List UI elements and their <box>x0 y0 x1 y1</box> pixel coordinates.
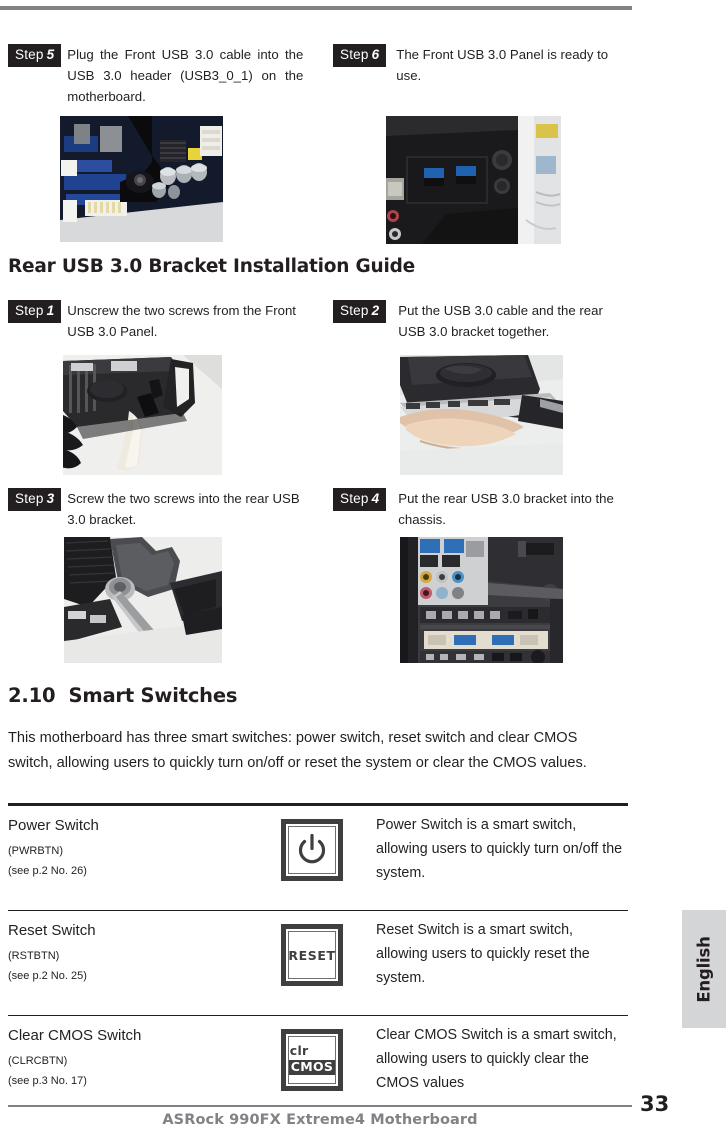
switch-code: (CLRCBTN) <box>8 1055 68 1068</box>
smart-switches-intro: This motherboard has three smart switche… <box>8 729 587 771</box>
photo-cable-bracket-together <box>400 355 563 475</box>
front-panel-photo-graphic <box>386 116 561 244</box>
step-block-6: Step 6 The Front USB 3.0 Panel is ready t… <box>333 44 623 86</box>
bracket-chassis-photo-graphic <box>400 537 563 663</box>
row-description-cell: Power Switch is a smart switch, allowing… <box>374 806 628 910</box>
power-symbol-glyph <box>298 833 326 864</box>
section-heading-smart-switches: 2.10 Smart Switches <box>8 684 237 707</box>
step-text-6: The Front USB 3.0 Panel is ready to use. <box>396 47 609 83</box>
screw-bracket-photo-graphic <box>64 537 222 663</box>
step-badge-word: Step <box>340 303 369 318</box>
switch-title: Clear CMOS Switch <box>8 1027 142 1045</box>
section-heading-rear-usb-bracket: Rear USB 3.0 Bracket Installation Guide <box>8 256 416 277</box>
power-symbol-icon <box>281 819 343 881</box>
unscrew-panel-photo-graphic <box>63 355 222 475</box>
clr-icon-top-text: clr <box>289 1043 309 1059</box>
footer-divider-rule <box>8 1105 632 1108</box>
step-text-5: Plug the Front USB 3.0 cable into the US… <box>67 47 304 104</box>
step-badge-number: 6 <box>371 47 380 62</box>
photo-bracket-into-chassis <box>400 537 563 663</box>
step-badge-word: Step <box>340 491 369 506</box>
step-text-3: Screw the two screws into the rear USB 3… <box>67 491 300 527</box>
motherboard-photo-graphic <box>60 116 223 242</box>
table-row-power-switch: Power Switch (PWRBTN) (see p.2 No. 26) P… <box>8 806 628 910</box>
step-text-4: Put the rear USB 3.0 bracket into the ch… <box>398 491 614 527</box>
manual-page: Step 5 Plug the Front USB 3.0 cable into … <box>0 0 726 1135</box>
photo-motherboard-usb3-header <box>60 116 223 242</box>
step-block-3: Step 3 Screw the two screws into the rear… <box>8 488 328 530</box>
step-badge-1: Step 1 <box>8 300 62 323</box>
step-block-1: Step 1 Unscrew the two screws from the Fr… <box>8 300 328 342</box>
step-badge-6: Step 6 <box>333 44 387 67</box>
step-text-1: Unscrew the two screws from the Front US… <box>67 303 296 339</box>
step-block-5: Step 5 Plug the Front USB 3.0 cable into … <box>8 44 308 107</box>
row-description-cell: Reset Switch is a smart switch, allowing… <box>374 911 628 1015</box>
cable-bracket-photo-graphic <box>400 355 563 475</box>
switch-code: (RSTBTN) <box>8 950 60 963</box>
clr-cmos-icon-text: clr CMOS <box>287 1043 337 1076</box>
step-block-4: Step 4 Put the rear USB 3.0 bracket into … <box>333 488 623 530</box>
step-badge-word: Step <box>15 47 44 62</box>
row-icon-cell: RESET <box>250 911 374 1015</box>
photo-screw-bracket <box>64 537 222 663</box>
section-title: Smart Switches <box>68 684 238 707</box>
step-badge-number: 4 <box>371 491 380 506</box>
switch-title: Power Switch <box>8 817 99 834</box>
switch-reference: (see p.2 No. 26) <box>8 865 87 877</box>
row-label-cell: Power Switch (PWRBTN) (see p.2 No. 26) <box>8 806 250 910</box>
step-badge-4: Step 4 <box>333 488 387 511</box>
page-number: 33 <box>640 1092 670 1116</box>
step-badge-word: Step <box>340 47 369 62</box>
step-badge-2: Step 2 <box>333 300 387 323</box>
step-badge-3: Step 3 <box>8 488 62 511</box>
section-number: 2.10 <box>8 684 56 707</box>
switch-reference: (see p.3 No. 17) <box>8 1075 87 1088</box>
switch-code: (PWRBTN) <box>8 845 63 857</box>
smart-switch-table: Power Switch (PWRBTN) (see p.2 No. 26) P… <box>8 803 628 1120</box>
step-badge-5: Step 5 <box>8 44 62 67</box>
step-block-2: Step 2 Put the USB 3.0 cable and the rear… <box>333 300 623 342</box>
clr-icon-bottom-text: CMOS <box>287 1059 337 1076</box>
reset-label-icon: RESET <box>281 924 343 987</box>
photo-front-usb3-panel <box>386 116 561 244</box>
step-badge-number: 2 <box>371 303 380 318</box>
switch-description: Power Switch is a smart switch, allowing… <box>376 817 623 881</box>
step-text-2: Put the USB 3.0 cable and the rear USB 3… <box>398 303 603 339</box>
language-side-tab: English <box>682 910 726 1028</box>
step-badge-word: Step <box>15 303 44 318</box>
row-label-cell: Reset Switch (RSTBTN) (see p.2 No. 25) <box>8 911 250 1015</box>
switch-description: Clear CMOS Switch is a smart switch, all… <box>376 1027 617 1092</box>
language-tab-label: English <box>694 935 714 1003</box>
photo-unscrew-panel <box>63 355 222 475</box>
switch-description: Reset Switch is a smart switch, allowing… <box>376 922 590 987</box>
switch-reference: (see p.2 No. 25) <box>8 970 87 983</box>
switch-title: Reset Switch <box>8 922 96 940</box>
top-divider-rule <box>0 6 632 10</box>
table-row-reset-switch: Reset Switch (RSTBTN) (see p.2 No. 25) R… <box>8 911 628 1015</box>
step-badge-word: Step <box>15 491 44 506</box>
footer-product-name: ASRock 990FX Extreme4 Motherboard <box>162 1112 478 1128</box>
step-badge-number: 5 <box>46 47 55 62</box>
clr-cmos-label-icon: clr CMOS <box>281 1029 343 1092</box>
row-icon-cell <box>250 806 374 910</box>
step-badge-number: 1 <box>46 303 55 318</box>
reset-icon-text: RESET <box>288 947 336 963</box>
step-badge-number: 3 <box>46 491 55 506</box>
